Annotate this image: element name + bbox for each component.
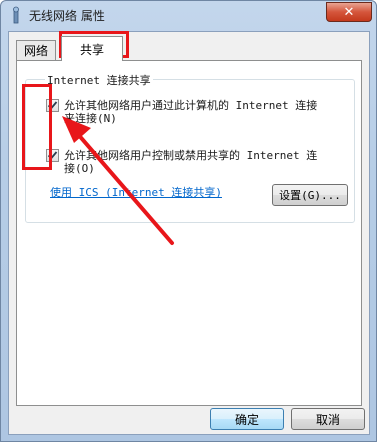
window-title: 无线网络 属性 bbox=[29, 9, 105, 23]
close-button[interactable]: ✕ bbox=[326, 2, 372, 22]
sharing-tab-panel: Internet 连接共享 允许其他网络用户通过此计算机的 Internet 连… bbox=[16, 60, 362, 406]
ok-button-label: 确定 bbox=[234, 412, 259, 427]
allow-sharing-label[interactable]: 允许其他网络用户通过此计算机的 Internet 连接 来连接(N) bbox=[64, 99, 317, 125]
allow-control-checkbox[interactable] bbox=[46, 149, 59, 162]
tab-sharing-label: 共享 bbox=[79, 42, 104, 57]
tab-sharing[interactable]: 共享 bbox=[61, 36, 123, 61]
ok-button[interactable]: 确定 bbox=[210, 408, 284, 430]
checkmark-icon bbox=[47, 101, 58, 110]
cancel-button-label: 取消 bbox=[315, 412, 340, 427]
cancel-button[interactable]: 取消 bbox=[291, 408, 365, 430]
allow-control-label[interactable]: 允许其他网络用户控制或禁用共享的 Internet 连 接(O) bbox=[64, 149, 317, 175]
dialog-window: 无线网络 属性 ✕ 网络 共享 Internet 连接共享 允许其他网络用户通过… bbox=[0, 0, 377, 442]
tab-network[interactable]: 网络 bbox=[16, 40, 56, 60]
dialog-client-area: 网络 共享 Internet 连接共享 允许其他网络用户通过此计算机的 Inte… bbox=[8, 31, 370, 435]
title-bar[interactable]: 无线网络 属性 ✕ bbox=[1, 1, 376, 29]
wireless-network-icon bbox=[9, 6, 23, 24]
settings-button[interactable]: 设置(G)... bbox=[272, 184, 348, 206]
allow-sharing-checkbox[interactable] bbox=[46, 99, 59, 112]
checkmark-icon bbox=[47, 151, 58, 160]
group-title: Internet 连接共享 bbox=[45, 72, 153, 88]
close-icon: ✕ bbox=[343, 4, 355, 20]
ics-help-link[interactable]: 使用 ICS (Internet 连接共享) bbox=[50, 184, 222, 200]
tab-network-label: 网络 bbox=[23, 44, 48, 58]
settings-button-label: 设置(G)... bbox=[279, 189, 341, 202]
